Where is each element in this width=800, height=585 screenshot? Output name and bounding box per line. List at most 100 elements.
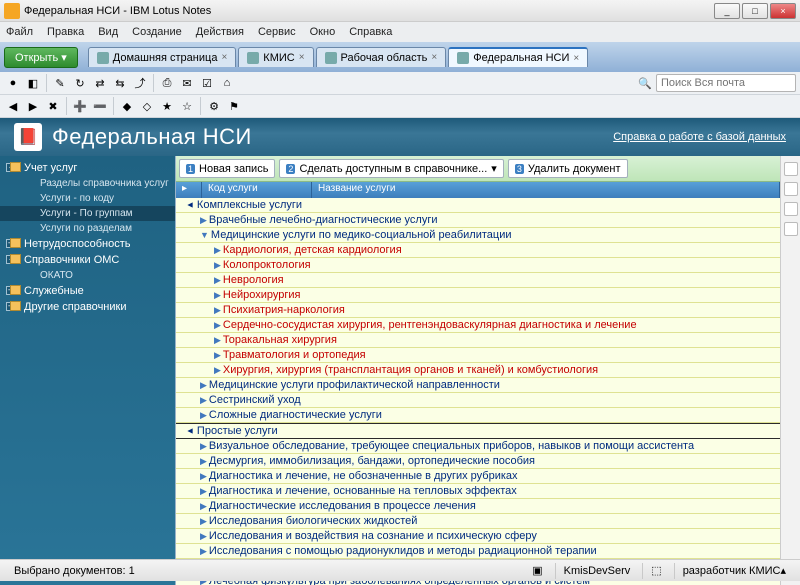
list-item[interactable]: ▶Исследования биологических жидкостей (176, 514, 780, 529)
gutter-icon[interactable] (784, 202, 798, 216)
gutter-icon[interactable] (784, 162, 798, 176)
list-item[interactable]: ▶Неврология (176, 273, 780, 288)
list-item[interactable]: ▶Хирургия, хирургия (трансплантация орга… (176, 363, 780, 378)
tab-Рабочая область[interactable]: Рабочая область× (316, 47, 447, 67)
expand-icon[interactable]: ▼ (185, 201, 195, 210)
list-item[interactable]: ▶Сестринский уход (176, 393, 780, 408)
tb-icon[interactable]: ◆ (118, 97, 136, 115)
tb-icon[interactable]: ✖ (44, 97, 62, 115)
expand-icon[interactable]: ▶ (200, 546, 207, 557)
tab-Домашняя страница[interactable]: Домашняя страница× (88, 47, 237, 67)
sidebar-item[interactable]: -Учет услуг (0, 160, 175, 176)
tb-icon[interactable]: ⎙ (158, 74, 176, 92)
tab-КМИС[interactable]: КМИС× (238, 47, 313, 67)
tb-icon[interactable]: ◀ (4, 97, 22, 115)
close-button[interactable]: × (770, 3, 796, 19)
tb-icon[interactable]: ⌂ (218, 74, 236, 92)
menu-Вид[interactable]: Вид (98, 26, 118, 38)
sidebar-item[interactable]: Услуги по разделам (0, 221, 175, 236)
menu-Правка[interactable]: Правка (47, 26, 84, 38)
sidebar-item[interactable]: -Справочники ОМС (0, 252, 175, 268)
expand-icon[interactable]: ▶ (214, 305, 221, 316)
tb-icon[interactable]: ◇ (138, 97, 156, 115)
expand-icon[interactable]: ▼ (185, 427, 195, 436)
expand-icon[interactable]: ▶ (200, 456, 207, 467)
search-icon[interactable]: 🔍 (636, 74, 654, 92)
expand-icon[interactable]: ▶ (200, 395, 207, 406)
expand-icon[interactable]: ▶ (200, 516, 207, 527)
tb-icon[interactable]: ▶ (24, 97, 42, 115)
menu-Файл[interactable]: Файл (6, 26, 33, 38)
expand-icon[interactable]: ▶ (214, 275, 221, 286)
list-item[interactable]: ▼Простые услуги (176, 423, 780, 439)
sidebar-item[interactable]: +Нетрудоспособность (0, 236, 175, 252)
tb-icon[interactable]: ☆ (178, 97, 196, 115)
menu-Окно[interactable]: Окно (310, 26, 336, 38)
list-item[interactable]: ▶Врачебные лечебно-диагностические услуг… (176, 213, 780, 228)
maximize-button[interactable]: □ (742, 3, 768, 19)
list-item[interactable]: ▶Диагностика и лечение, основанные на те… (176, 484, 780, 499)
menu-Справка[interactable]: Справка (349, 26, 392, 38)
status-icon[interactable]: ▣ (524, 563, 550, 579)
sidebar-item[interactable]: +Другие справочники (0, 299, 175, 315)
tb-icon[interactable]: ⤴ (131, 74, 149, 92)
new-record-button[interactable]: 1Новая запись (179, 159, 275, 178)
tb-icon[interactable]: ⇆ (111, 74, 129, 92)
list-item[interactable]: ▶Диагностические исследования в процессе… (176, 499, 780, 514)
tb-icon[interactable]: ✎ (51, 74, 69, 92)
expand-icon[interactable]: ▶ (200, 486, 207, 497)
tb-icon[interactable]: ➕ (71, 97, 89, 115)
expand-icon[interactable]: ▶ (214, 245, 221, 256)
status-dev[interactable]: разработчик КМИС ▴ (674, 563, 794, 579)
tb-icon[interactable]: ● (4, 74, 22, 92)
list-item[interactable]: ▼Медицинские услуги по медико-социальной… (176, 228, 780, 243)
col-name[interactable]: Название услуги (312, 182, 780, 198)
gutter-icon[interactable] (784, 182, 798, 196)
expand-icon[interactable]: ▶ (200, 441, 207, 452)
expand-icon[interactable]: ▶ (200, 501, 207, 512)
expand-icon[interactable]: ▶ (214, 290, 221, 301)
menu-Действия[interactable]: Действия (196, 26, 244, 38)
list-item[interactable]: ▶Исследования и воздействия на сознание … (176, 529, 780, 544)
list-item[interactable]: ▼Комплексные услуги (176, 198, 780, 213)
service-list[interactable]: ▼Комплексные услуги▶Врачебные лечебно-ди… (176, 198, 780, 585)
tab-close-icon[interactable]: × (221, 52, 227, 63)
list-item[interactable]: ▶Диагностика и лечение, не обозначенные … (176, 469, 780, 484)
sidebar-item[interactable]: Услуги - по коду (0, 191, 175, 206)
expand-icon[interactable]: ▶ (214, 365, 221, 376)
status-icon[interactable]: ⬚ (642, 563, 669, 579)
list-item[interactable]: ▶Колопроктология (176, 258, 780, 273)
tb-icon[interactable]: ★ (158, 97, 176, 115)
sidebar-item[interactable]: ОКАТО (0, 268, 175, 283)
expand-icon[interactable]: ▶ (214, 335, 221, 346)
sidebar-item[interactable]: Разделы справочника услуг (0, 176, 175, 191)
tb-icon[interactable]: ⚑ (225, 97, 243, 115)
publish-button[interactable]: 2Сделать доступным в справочнике... ▾ (279, 159, 503, 178)
expand-icon[interactable]: ▼ (200, 230, 209, 240)
col-expand[interactable]: ▸ (176, 182, 202, 198)
list-item[interactable]: ▶Травматология и ортопедия (176, 348, 780, 363)
menu-Сервис[interactable]: Сервис (258, 26, 296, 38)
tab-close-icon[interactable]: × (431, 52, 437, 63)
search-input[interactable] (656, 74, 796, 92)
sidebar-item[interactable]: +Служебные (0, 283, 175, 299)
expand-icon[interactable]: ▶ (214, 350, 221, 361)
expand-icon[interactable]: ▶ (214, 260, 221, 271)
expand-icon[interactable]: ▶ (214, 320, 221, 331)
tab-close-icon[interactable]: × (573, 53, 579, 64)
tb-icon[interactable]: ☑ (198, 74, 216, 92)
list-item[interactable]: ▶Исследования с помощью радионуклидов и … (176, 544, 780, 559)
delete-button[interactable]: 3Удалить документ (508, 159, 628, 178)
tb-icon[interactable]: ➖ (91, 97, 109, 115)
sidebar-item[interactable]: Услуги - По группам (0, 206, 175, 221)
expand-icon[interactable]: ▶ (200, 410, 207, 421)
list-item[interactable]: ▶Нейрохирургия (176, 288, 780, 303)
gutter-icon[interactable] (784, 222, 798, 236)
col-code[interactable]: Код услуги (202, 182, 312, 198)
tb-icon[interactable]: ◧ (24, 74, 42, 92)
expand-icon[interactable]: ▶ (200, 380, 207, 391)
minimize-button[interactable]: _ (714, 3, 740, 19)
open-button[interactable]: Открыть ▾ (4, 47, 78, 68)
tab-close-icon[interactable]: × (299, 52, 305, 63)
status-server[interactable]: KmisDevServ (555, 563, 639, 579)
